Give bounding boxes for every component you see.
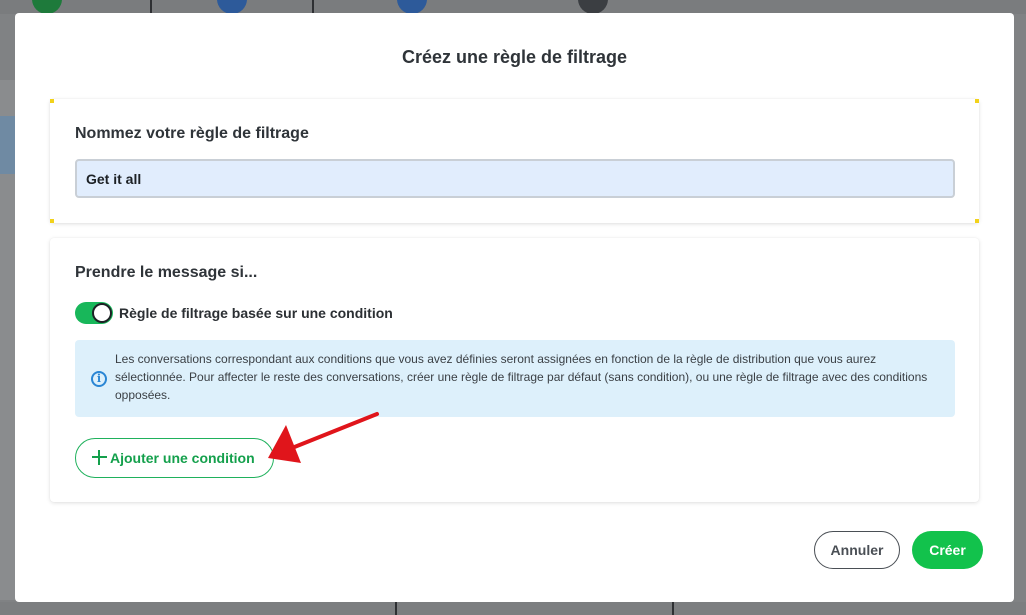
background-bottom-strip	[0, 602, 1026, 615]
add-condition-label: Ajouter une condition	[110, 450, 255, 466]
toggle-knob	[92, 303, 112, 323]
focus-corner-marker	[975, 99, 979, 103]
background-divider	[150, 0, 152, 14]
background-divider	[395, 602, 397, 615]
modal-title: Créez une règle de filtrage	[401, 47, 628, 67]
info-icon: i	[91, 371, 107, 387]
create-filter-rule-modal: Créez une règle de filtrage Nommez votre…	[15, 13, 1014, 602]
background-divider	[312, 0, 314, 14]
rule-name-heading: Nommez votre règle de filtrage	[75, 125, 309, 142]
condition-toggle-label: Règle de filtrage basée sur une conditio…	[119, 305, 393, 321]
focus-corner-marker	[975, 219, 979, 223]
rule-name-card: Nommez votre règle de filtrage	[50, 99, 979, 223]
create-button[interactable]: Créer	[912, 531, 983, 569]
background-left-chip	[0, 116, 15, 174]
condition-heading: Prendre le message si...	[75, 264, 258, 281]
info-banner: i Les conversations correspondant aux co…	[75, 340, 955, 417]
background-divider	[672, 602, 674, 615]
condition-card: Prendre le message si... Règle de filtra…	[50, 238, 979, 502]
condition-toggle[interactable]	[75, 302, 113, 324]
info-text: Les conversations correspondant aux cond…	[115, 352, 928, 402]
rule-name-input[interactable]	[75, 159, 955, 198]
background-topbar	[0, 0, 1026, 14]
cancel-button[interactable]: Annuler	[814, 531, 900, 569]
plus-icon	[92, 450, 107, 465]
add-condition-button[interactable]: Ajouter une condition	[75, 438, 274, 478]
